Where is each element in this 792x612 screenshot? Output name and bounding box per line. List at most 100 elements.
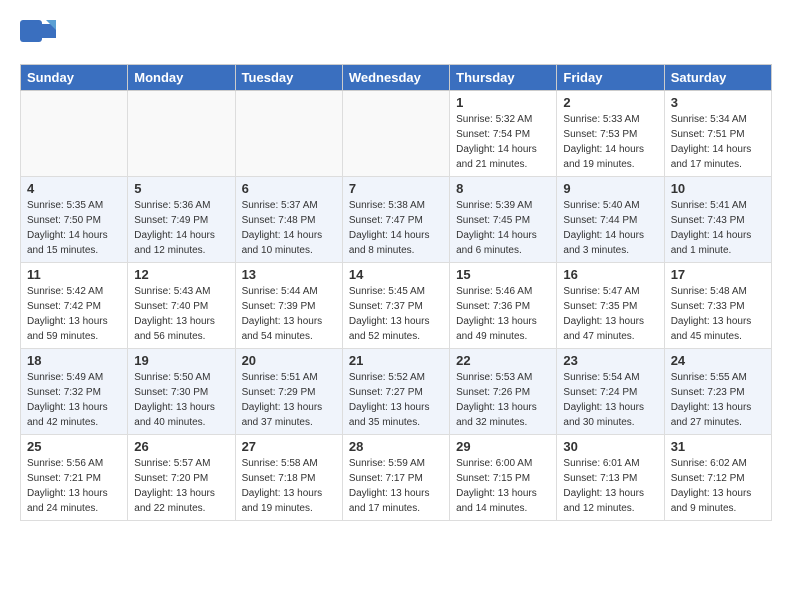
day-info: Sunrise: 5:44 AMSunset: 7:39 PMDaylight:… — [242, 284, 336, 344]
day-info: Sunrise: 6:02 AMSunset: 7:12 PMDaylight:… — [671, 456, 765, 516]
calendar-cell: 10 Sunrise: 5:41 AMSunset: 7:43 PMDayligh… — [664, 177, 771, 263]
calendar-cell: 15 Sunrise: 5:46 AMSunset: 7:36 PMDayligh… — [450, 263, 557, 349]
day-number: 21 — [349, 353, 443, 368]
day-info: Sunrise: 5:32 AMSunset: 7:54 PMDaylight:… — [456, 112, 550, 172]
calendar-header-thursday: Thursday — [450, 65, 557, 91]
day-info: Sunrise: 5:59 AMSunset: 7:17 PMDaylight:… — [349, 456, 443, 516]
calendar-header-monday: Monday — [128, 65, 235, 91]
calendar-cell: 19 Sunrise: 5:50 AMSunset: 7:30 PMDayligh… — [128, 349, 235, 435]
calendar-header-friday: Friday — [557, 65, 664, 91]
day-number: 6 — [242, 181, 336, 196]
day-info: Sunrise: 5:37 AMSunset: 7:48 PMDaylight:… — [242, 198, 336, 258]
day-info: Sunrise: 5:33 AMSunset: 7:53 PMDaylight:… — [563, 112, 657, 172]
calendar-cell: 30Sunrise: 6:01 AMSunset: 7:13 PMDayligh… — [557, 435, 664, 521]
calendar-cell: 2 Sunrise: 5:33 AMSunset: 7:53 PMDaylight… — [557, 91, 664, 177]
day-number: 16 — [563, 267, 657, 282]
calendar-cell: 9Sunrise: 5:40 AMSunset: 7:44 PMDaylight… — [557, 177, 664, 263]
day-info: Sunrise: 5:50 AMSunset: 7:30 PMDaylight:… — [134, 370, 228, 430]
day-info: Sunrise: 5:41 AMSunset: 7:43 PMDaylight:… — [671, 198, 765, 258]
day-info: Sunrise: 6:00 AMSunset: 7:15 PMDaylight:… — [456, 456, 550, 516]
day-number: 26 — [134, 439, 228, 454]
day-number: 17 — [671, 267, 765, 282]
calendar-cell: 23 Sunrise: 5:54 AMSunset: 7:24 PMDayligh… — [557, 349, 664, 435]
day-number: 5 — [134, 181, 228, 196]
day-number: 2 — [563, 95, 657, 110]
day-number: 29 — [456, 439, 550, 454]
day-info: Sunrise: 5:39 AMSunset: 7:45 PMDaylight:… — [456, 198, 550, 258]
calendar-cell: 28 Sunrise: 5:59 AMSunset: 7:17 PMDayligh… — [342, 435, 449, 521]
day-info: Sunrise: 5:56 AMSunset: 7:21 PMDaylight:… — [27, 456, 121, 516]
day-number: 18 — [27, 353, 121, 368]
calendar-cell — [235, 91, 342, 177]
logo-icon — [20, 20, 56, 48]
day-info: Sunrise: 5:54 AMSunset: 7:24 PMDaylight:… — [563, 370, 657, 430]
day-info: Sunrise: 5:57 AMSunset: 7:20 PMDaylight:… — [134, 456, 228, 516]
day-number: 13 — [242, 267, 336, 282]
calendar-cell: 21 Sunrise: 5:52 AMSunset: 7:27 PMDayligh… — [342, 349, 449, 435]
day-number: 31 — [671, 439, 765, 454]
day-number: 10 — [671, 181, 765, 196]
calendar-cell: 31 Sunrise: 6:02 AMSunset: 7:12 PMDayligh… — [664, 435, 771, 521]
day-number: 11 — [27, 267, 121, 282]
calendar-cell: 29 Sunrise: 6:00 AMSunset: 7:15 PMDayligh… — [450, 435, 557, 521]
calendar-cell — [128, 91, 235, 177]
day-info: Sunrise: 5:35 AMSunset: 7:50 PMDaylight:… — [27, 198, 121, 258]
calendar-cell — [342, 91, 449, 177]
calendar-header-sunday: Sunday — [21, 65, 128, 91]
calendar-week-4: 18 Sunrise: 5:49 AMSunset: 7:32 PMDayligh… — [21, 349, 772, 435]
day-number: 8 — [456, 181, 550, 196]
day-info: Sunrise: 5:53 AMSunset: 7:26 PMDaylight:… — [456, 370, 550, 430]
day-number: 15 — [456, 267, 550, 282]
day-info: Sunrise: 5:55 AMSunset: 7:23 PMDaylight:… — [671, 370, 765, 430]
calendar-cell: 12 Sunrise: 5:43 AMSunset: 7:40 PMDayligh… — [128, 263, 235, 349]
calendar-cell: 16 Sunrise: 5:47 AMSunset: 7:35 PMDayligh… — [557, 263, 664, 349]
calendar-week-5: 25Sunrise: 5:56 AMSunset: 7:21 PMDayligh… — [21, 435, 772, 521]
day-info: Sunrise: 5:52 AMSunset: 7:27 PMDaylight:… — [349, 370, 443, 430]
calendar-cell: 11 Sunrise: 5:42 AMSunset: 7:42 PMDayligh… — [21, 263, 128, 349]
day-number: 3 — [671, 95, 765, 110]
day-number: 23 — [563, 353, 657, 368]
calendar-cell: 8 Sunrise: 5:39 AMSunset: 7:45 PMDaylight… — [450, 177, 557, 263]
day-number: 24 — [671, 353, 765, 368]
calendar-week-1: 1 Sunrise: 5:32 AMSunset: 7:54 PMDaylight… — [21, 91, 772, 177]
day-info: Sunrise: 5:51 AMSunset: 7:29 PMDaylight:… — [242, 370, 336, 430]
calendar-cell: 1 Sunrise: 5:32 AMSunset: 7:54 PMDaylight… — [450, 91, 557, 177]
calendar-cell: 26 Sunrise: 5:57 AMSunset: 7:20 PMDayligh… — [128, 435, 235, 521]
day-info: Sunrise: 5:49 AMSunset: 7:32 PMDaylight:… — [27, 370, 121, 430]
day-number: 12 — [134, 267, 228, 282]
calendar-cell: 7Sunrise: 5:38 AMSunset: 7:47 PMDaylight… — [342, 177, 449, 263]
day-info: Sunrise: 5:34 AMSunset: 7:51 PMDaylight:… — [671, 112, 765, 172]
day-info: Sunrise: 5:43 AMSunset: 7:40 PMDaylight:… — [134, 284, 228, 344]
calendar-cell: 14Sunrise: 5:45 AMSunset: 7:37 PMDayligh… — [342, 263, 449, 349]
calendar-header-tuesday: Tuesday — [235, 65, 342, 91]
calendar-week-3: 11 Sunrise: 5:42 AMSunset: 7:42 PMDayligh… — [21, 263, 772, 349]
day-info: Sunrise: 5:40 AMSunset: 7:44 PMDaylight:… — [563, 198, 657, 258]
calendar-cell: 3 Sunrise: 5:34 AMSunset: 7:51 PMDaylight… — [664, 91, 771, 177]
calendar-cell: 22 Sunrise: 5:53 AMSunset: 7:26 PMDayligh… — [450, 349, 557, 435]
day-info: Sunrise: 5:42 AMSunset: 7:42 PMDaylight:… — [27, 284, 121, 344]
day-info: Sunrise: 6:01 AMSunset: 7:13 PMDaylight:… — [563, 456, 657, 516]
day-number: 22 — [456, 353, 550, 368]
day-number: 19 — [134, 353, 228, 368]
day-info: Sunrise: 5:46 AMSunset: 7:36 PMDaylight:… — [456, 284, 550, 344]
calendar-table: SundayMondayTuesdayWednesdayThursdayFrid… — [20, 64, 772, 521]
day-number: 1 — [456, 95, 550, 110]
day-number: 20 — [242, 353, 336, 368]
day-info: Sunrise: 5:47 AMSunset: 7:35 PMDaylight:… — [563, 284, 657, 344]
day-number: 28 — [349, 439, 443, 454]
day-number: 4 — [27, 181, 121, 196]
day-number: 7 — [349, 181, 443, 196]
day-info: Sunrise: 5:36 AMSunset: 7:49 PMDaylight:… — [134, 198, 228, 258]
calendar-cell: 18 Sunrise: 5:49 AMSunset: 7:32 PMDayligh… — [21, 349, 128, 435]
logo — [20, 20, 60, 48]
calendar-cell: 17Sunrise: 5:48 AMSunset: 7:33 PMDayligh… — [664, 263, 771, 349]
calendar-cell — [21, 91, 128, 177]
day-info: Sunrise: 5:58 AMSunset: 7:18 PMDaylight:… — [242, 456, 336, 516]
calendar-header-row: SundayMondayTuesdayWednesdayThursdayFrid… — [21, 65, 772, 91]
calendar-cell: 13 Sunrise: 5:44 AMSunset: 7:39 PMDayligh… — [235, 263, 342, 349]
calendar-cell: 20 Sunrise: 5:51 AMSunset: 7:29 PMDayligh… — [235, 349, 342, 435]
day-number: 27 — [242, 439, 336, 454]
calendar-week-2: 4 Sunrise: 5:35 AMSunset: 7:50 PMDaylight… — [21, 177, 772, 263]
calendar-cell: 6 Sunrise: 5:37 AMSunset: 7:48 PMDaylight… — [235, 177, 342, 263]
calendar-cell: 4 Sunrise: 5:35 AMSunset: 7:50 PMDaylight… — [21, 177, 128, 263]
